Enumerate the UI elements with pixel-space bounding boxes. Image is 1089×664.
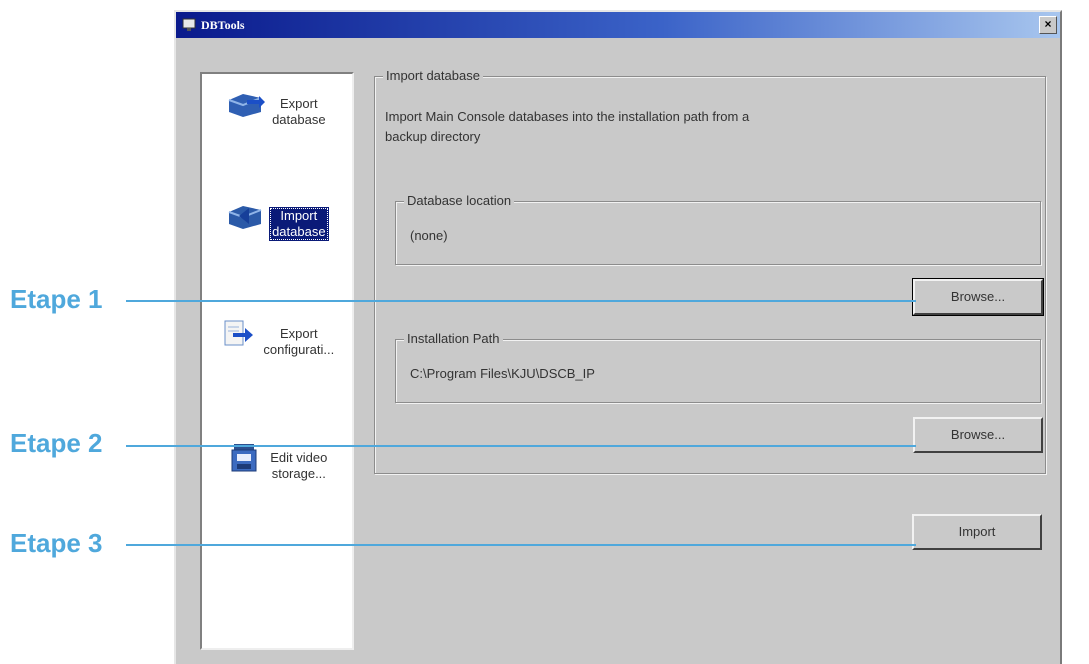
sidebar-item-label: Edit video storage... bbox=[270, 450, 328, 481]
sidebar-item-export-database[interactable]: Export database bbox=[202, 90, 352, 129]
import-button[interactable]: Import bbox=[912, 514, 1042, 550]
callout-line-3 bbox=[136, 544, 916, 546]
sidebar-item-edit-video-storage[interactable]: Edit video storage... bbox=[202, 444, 352, 483]
close-icon: × bbox=[1044, 17, 1052, 31]
import-description: Import Main Console databases into the i… bbox=[385, 109, 750, 144]
database-location-value: (none) bbox=[410, 228, 448, 243]
sidebar-item-export-configuration[interactable]: Export configurati... bbox=[202, 320, 352, 359]
callout-line-1 bbox=[136, 300, 916, 302]
database-location-group: Database location (none) bbox=[395, 193, 1041, 265]
callout-line-2 bbox=[136, 445, 916, 447]
tool-sidebar: Export database Import database Export conf… bbox=[200, 72, 354, 650]
dbtools-window: DBTools × Export database Import database bbox=[174, 10, 1062, 664]
installation-path-group: Installation Path C:\Program Files\KJU\D… bbox=[395, 331, 1041, 403]
installation-path-label: Installation Path bbox=[404, 331, 503, 346]
sidebar-item-import-database[interactable]: Import database bbox=[202, 202, 352, 241]
database-export-icon bbox=[229, 94, 266, 117]
callout-dot-2 bbox=[126, 445, 136, 447]
database-import-icon bbox=[229, 206, 262, 229]
browse-database-location-button[interactable]: Browse... bbox=[912, 278, 1044, 316]
sidebar-item-label: Export database bbox=[272, 96, 326, 127]
callout-etape-1: Etape 1 bbox=[10, 284, 103, 314]
sidebar-item-label: Export configurati... bbox=[263, 326, 335, 357]
callout-etape-2: Etape 2 bbox=[10, 428, 103, 458]
browse-installation-path-button[interactable]: Browse... bbox=[913, 417, 1043, 453]
title-bar[interactable]: DBTools × bbox=[176, 12, 1060, 38]
window-title: DBTools bbox=[201, 17, 245, 32]
import-database-group: Import database Import Main Console data… bbox=[374, 68, 1046, 474]
close-button[interactable]: × bbox=[1039, 16, 1057, 34]
callout-dot-3 bbox=[126, 544, 136, 546]
app-icon bbox=[182, 18, 196, 31]
sidebar-item-label: Import database bbox=[269, 207, 329, 241]
group-title: Import database bbox=[383, 68, 483, 83]
callout-dot-1 bbox=[126, 300, 136, 302]
config-export-icon bbox=[224, 320, 253, 346]
callout-etape-3: Etape 3 bbox=[10, 528, 103, 558]
video-storage-icon bbox=[231, 444, 257, 472]
database-location-label: Database location bbox=[404, 193, 515, 208]
installation-path-value: C:\Program Files\KJU\DSCB_IP bbox=[410, 366, 595, 381]
